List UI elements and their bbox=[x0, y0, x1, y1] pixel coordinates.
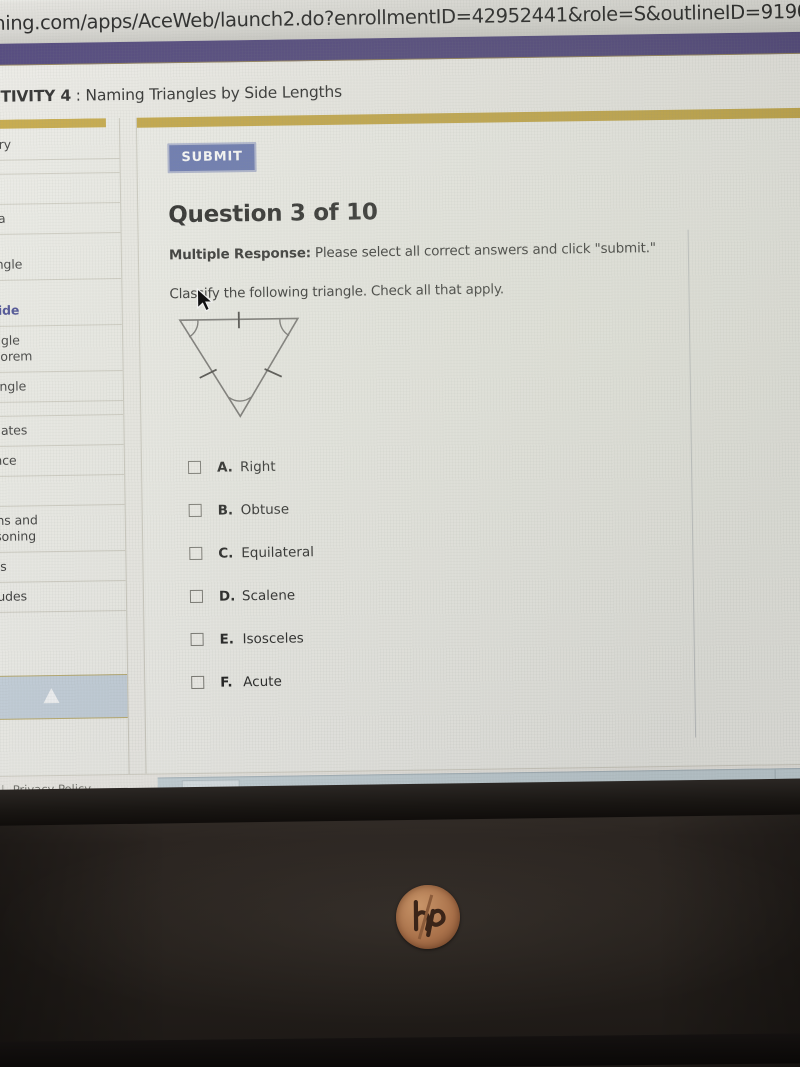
course-outline-sidebar[interactable]: metry e?t Is ang y Angleing y Sideriangle… bbox=[0, 118, 130, 778]
activity-title: ACTIVITY 4 : Naming Triangles by Side Le… bbox=[0, 83, 342, 106]
option-letter: D. bbox=[218, 587, 236, 605]
question-instruction: Multiple Response: Please select all cor… bbox=[169, 237, 800, 263]
tick-right-side bbox=[264, 368, 283, 378]
option-letter: B. bbox=[217, 501, 234, 519]
option-label: Obtuse bbox=[240, 501, 290, 518]
activity-number: ACTIVITY 4 bbox=[0, 86, 72, 107]
deck-highlight bbox=[0, 801, 800, 1067]
sidebar-item-2[interactable]: e? bbox=[0, 173, 121, 206]
sidebar-item-4[interactable]: ng y Angle bbox=[0, 233, 122, 282]
sidebar-gold-bar bbox=[0, 118, 106, 129]
sidebar-list: metry e?t Is ang y Angleing y Sideriangle… bbox=[0, 129, 127, 614]
option-letter: C. bbox=[218, 544, 234, 562]
question-title: Question 3 of 10 bbox=[168, 199, 378, 229]
question-prompt: Classify the following triangle. Check a… bbox=[169, 281, 504, 303]
sidebar-item-14[interactable]: ltitudes bbox=[0, 580, 127, 614]
instruction-rest: Please select all correct answers and cl… bbox=[310, 240, 656, 262]
address-bar-url: arning.com/apps/AceWeb/launch2.do?enroll… bbox=[0, 0, 800, 35]
option-label: Scalene bbox=[241, 586, 296, 604]
activity-separator: : bbox=[75, 86, 81, 105]
checkbox-f[interactable] bbox=[191, 675, 205, 690]
equilateral-triangle-diagram bbox=[172, 310, 314, 422]
angle-arc-top-right bbox=[279, 318, 290, 337]
sidebar-item-10[interactable]: uence bbox=[0, 445, 125, 478]
sidebar-scroll-box[interactable] bbox=[0, 673, 129, 720]
activity-name: Naming Triangles by Side Lengths bbox=[85, 82, 343, 105]
checkbox-c[interactable] bbox=[189, 546, 203, 561]
option-label: Equilateral bbox=[241, 543, 315, 561]
option-letter: A. bbox=[216, 458, 233, 476]
option-letter: E. bbox=[219, 630, 235, 648]
sidebar-item-3[interactable]: t Is a bbox=[0, 203, 121, 236]
angle-arc-top-left bbox=[188, 319, 199, 338]
checkbox-b[interactable] bbox=[188, 503, 202, 518]
answer-option-f[interactable]: F. Acute bbox=[175, 651, 800, 704]
option-label: Isosceles bbox=[242, 629, 304, 647]
sidebar-item-7[interactable]: Triangle bbox=[0, 371, 124, 404]
sidebar-item-11[interactable]: s bbox=[0, 475, 125, 508]
submit-button[interactable]: SUBMIT bbox=[167, 142, 257, 174]
laptop-photo: arning.com/apps/AceWeb/launch2.do?enroll… bbox=[0, 0, 800, 1067]
hp-logo bbox=[395, 884, 461, 950]
answer-options-list: A. Right B. Obtuse C. Equilateral D. Scalene E. I… bbox=[172, 436, 800, 704]
question-panel: SUBMIT Question 3 of 10 Multiple Respons… bbox=[135, 107, 800, 776]
sidebar-item-5[interactable]: ing y Side bbox=[0, 279, 122, 328]
option-label: Acute bbox=[243, 673, 282, 690]
checkbox-a[interactable] bbox=[187, 460, 202, 475]
sidebar-item-13[interactable]: ems bbox=[0, 550, 126, 584]
angle-arc-bottom bbox=[228, 396, 252, 402]
triangle-outline bbox=[178, 317, 300, 418]
scroll-up-arrow-icon[interactable] bbox=[43, 687, 60, 704]
laptop-screen: arning.com/apps/AceWeb/launch2.do?enroll… bbox=[0, 0, 800, 800]
instruction-lead: Multiple Response: bbox=[168, 245, 312, 264]
triangle-svg bbox=[178, 311, 300, 418]
sidebar-item-6[interactable]: riangle Theorem bbox=[0, 325, 123, 374]
hp-logo-icon bbox=[413, 894, 446, 940]
checkbox-d[interactable] bbox=[189, 589, 204, 604]
option-label: Right bbox=[239, 458, 276, 475]
sidebar-item-0[interactable]: metry bbox=[0, 129, 120, 162]
sidebar-item-12[interactable]: rems and easoning bbox=[0, 505, 126, 554]
option-letter: F. bbox=[220, 673, 233, 691]
sidebar-item-9[interactable]: stulates bbox=[0, 415, 124, 448]
checkbox-e[interactable] bbox=[190, 632, 204, 647]
web-page: ACTIVITY 4 : Naming Triangles by Side Le… bbox=[0, 53, 800, 800]
laptop-deck bbox=[0, 801, 800, 1067]
